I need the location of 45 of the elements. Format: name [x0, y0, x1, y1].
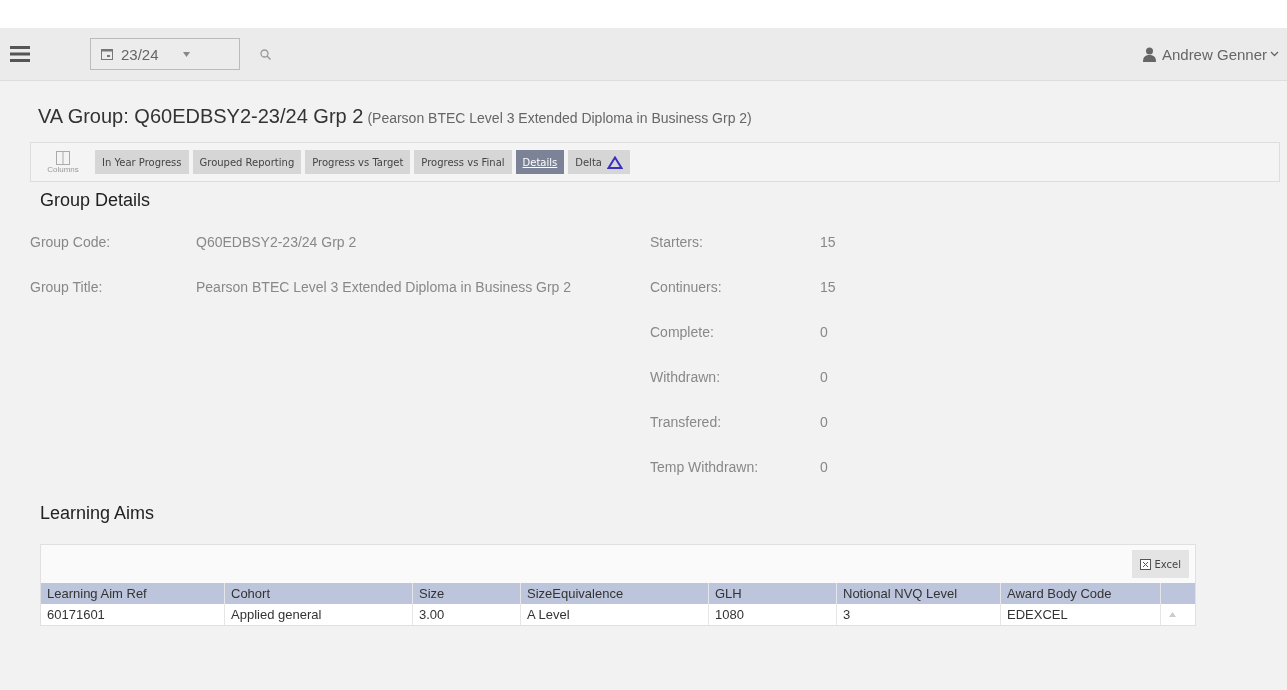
user-icon [1142, 46, 1156, 62]
columns-icon [56, 150, 70, 165]
table-cell: Applied general [225, 604, 413, 625]
table-cell: 1080 [709, 604, 837, 625]
field-value: 15 [820, 278, 837, 297]
report-tab[interactable]: Details [515, 150, 565, 174]
section-heading: Group Details [40, 190, 152, 211]
field-value: 0 [820, 368, 829, 387]
field-value: 0 [820, 413, 829, 432]
excel-button[interactable]: Excel [1131, 550, 1189, 578]
menu-icon[interactable] [10, 46, 30, 62]
scroll-up-icon[interactable] [1169, 612, 1176, 617]
year-select[interactable]: 23/24 [90, 38, 240, 70]
report-tab[interactable]: Progress vs Target [305, 150, 411, 174]
table-cell: 3.00 [413, 604, 521, 625]
table-cell: EDEXCEL [1001, 604, 1161, 625]
page-subtitle: (Pearson BTEC Level 3 Extended Diploma in Business Grp 2) [367, 110, 752, 126]
report-tab[interactable]: Delta [568, 150, 630, 174]
report-tab[interactable]: Grouped Reporting [192, 150, 302, 174]
field-label: Transfered: [650, 413, 723, 432]
field-value: Pearson BTEC Level 3 Extended Diploma in Business Grp 2 [196, 278, 573, 297]
report-tab[interactable]: Progress vs Final [414, 150, 512, 174]
field-value: Q60EDBSY2-23/24 Grp 2 [196, 233, 358, 252]
excel-icon [1139, 558, 1151, 570]
field-label: Starters: [650, 233, 704, 252]
field-label: Complete: [650, 323, 715, 342]
table-cell: A Level [521, 604, 709, 625]
report-tab[interactable]: In Year Progress [95, 150, 189, 174]
caret-icon [182, 51, 190, 57]
chevron-icon [1270, 51, 1279, 57]
field-label: Withdrawn: [650, 368, 722, 387]
field-label: Group Code: [30, 233, 112, 252]
calendar-icon [101, 48, 113, 60]
table-cell: 60171601 [41, 604, 225, 625]
field-label: Continuers: [650, 278, 723, 297]
field-label: Group Title: [30, 278, 104, 297]
field-label: Temp Withdrawn: [650, 458, 760, 477]
field-value: 0 [820, 458, 829, 477]
table-cell: 3 [837, 604, 1001, 625]
field-value: 0 [820, 323, 829, 342]
section-heading: Learning Aims [40, 503, 156, 524]
search-icon[interactable] [260, 48, 271, 60]
field-value: 15 [820, 233, 837, 252]
user-menu[interactable]: Andrew Genner [1155, 45, 1279, 63]
page-title: VA Group: Q60EDBSY2-23/24 Grp 2 (Pearson BTEC Level 3 Extended Diploma in Business Grp 2) [38, 105, 753, 128]
